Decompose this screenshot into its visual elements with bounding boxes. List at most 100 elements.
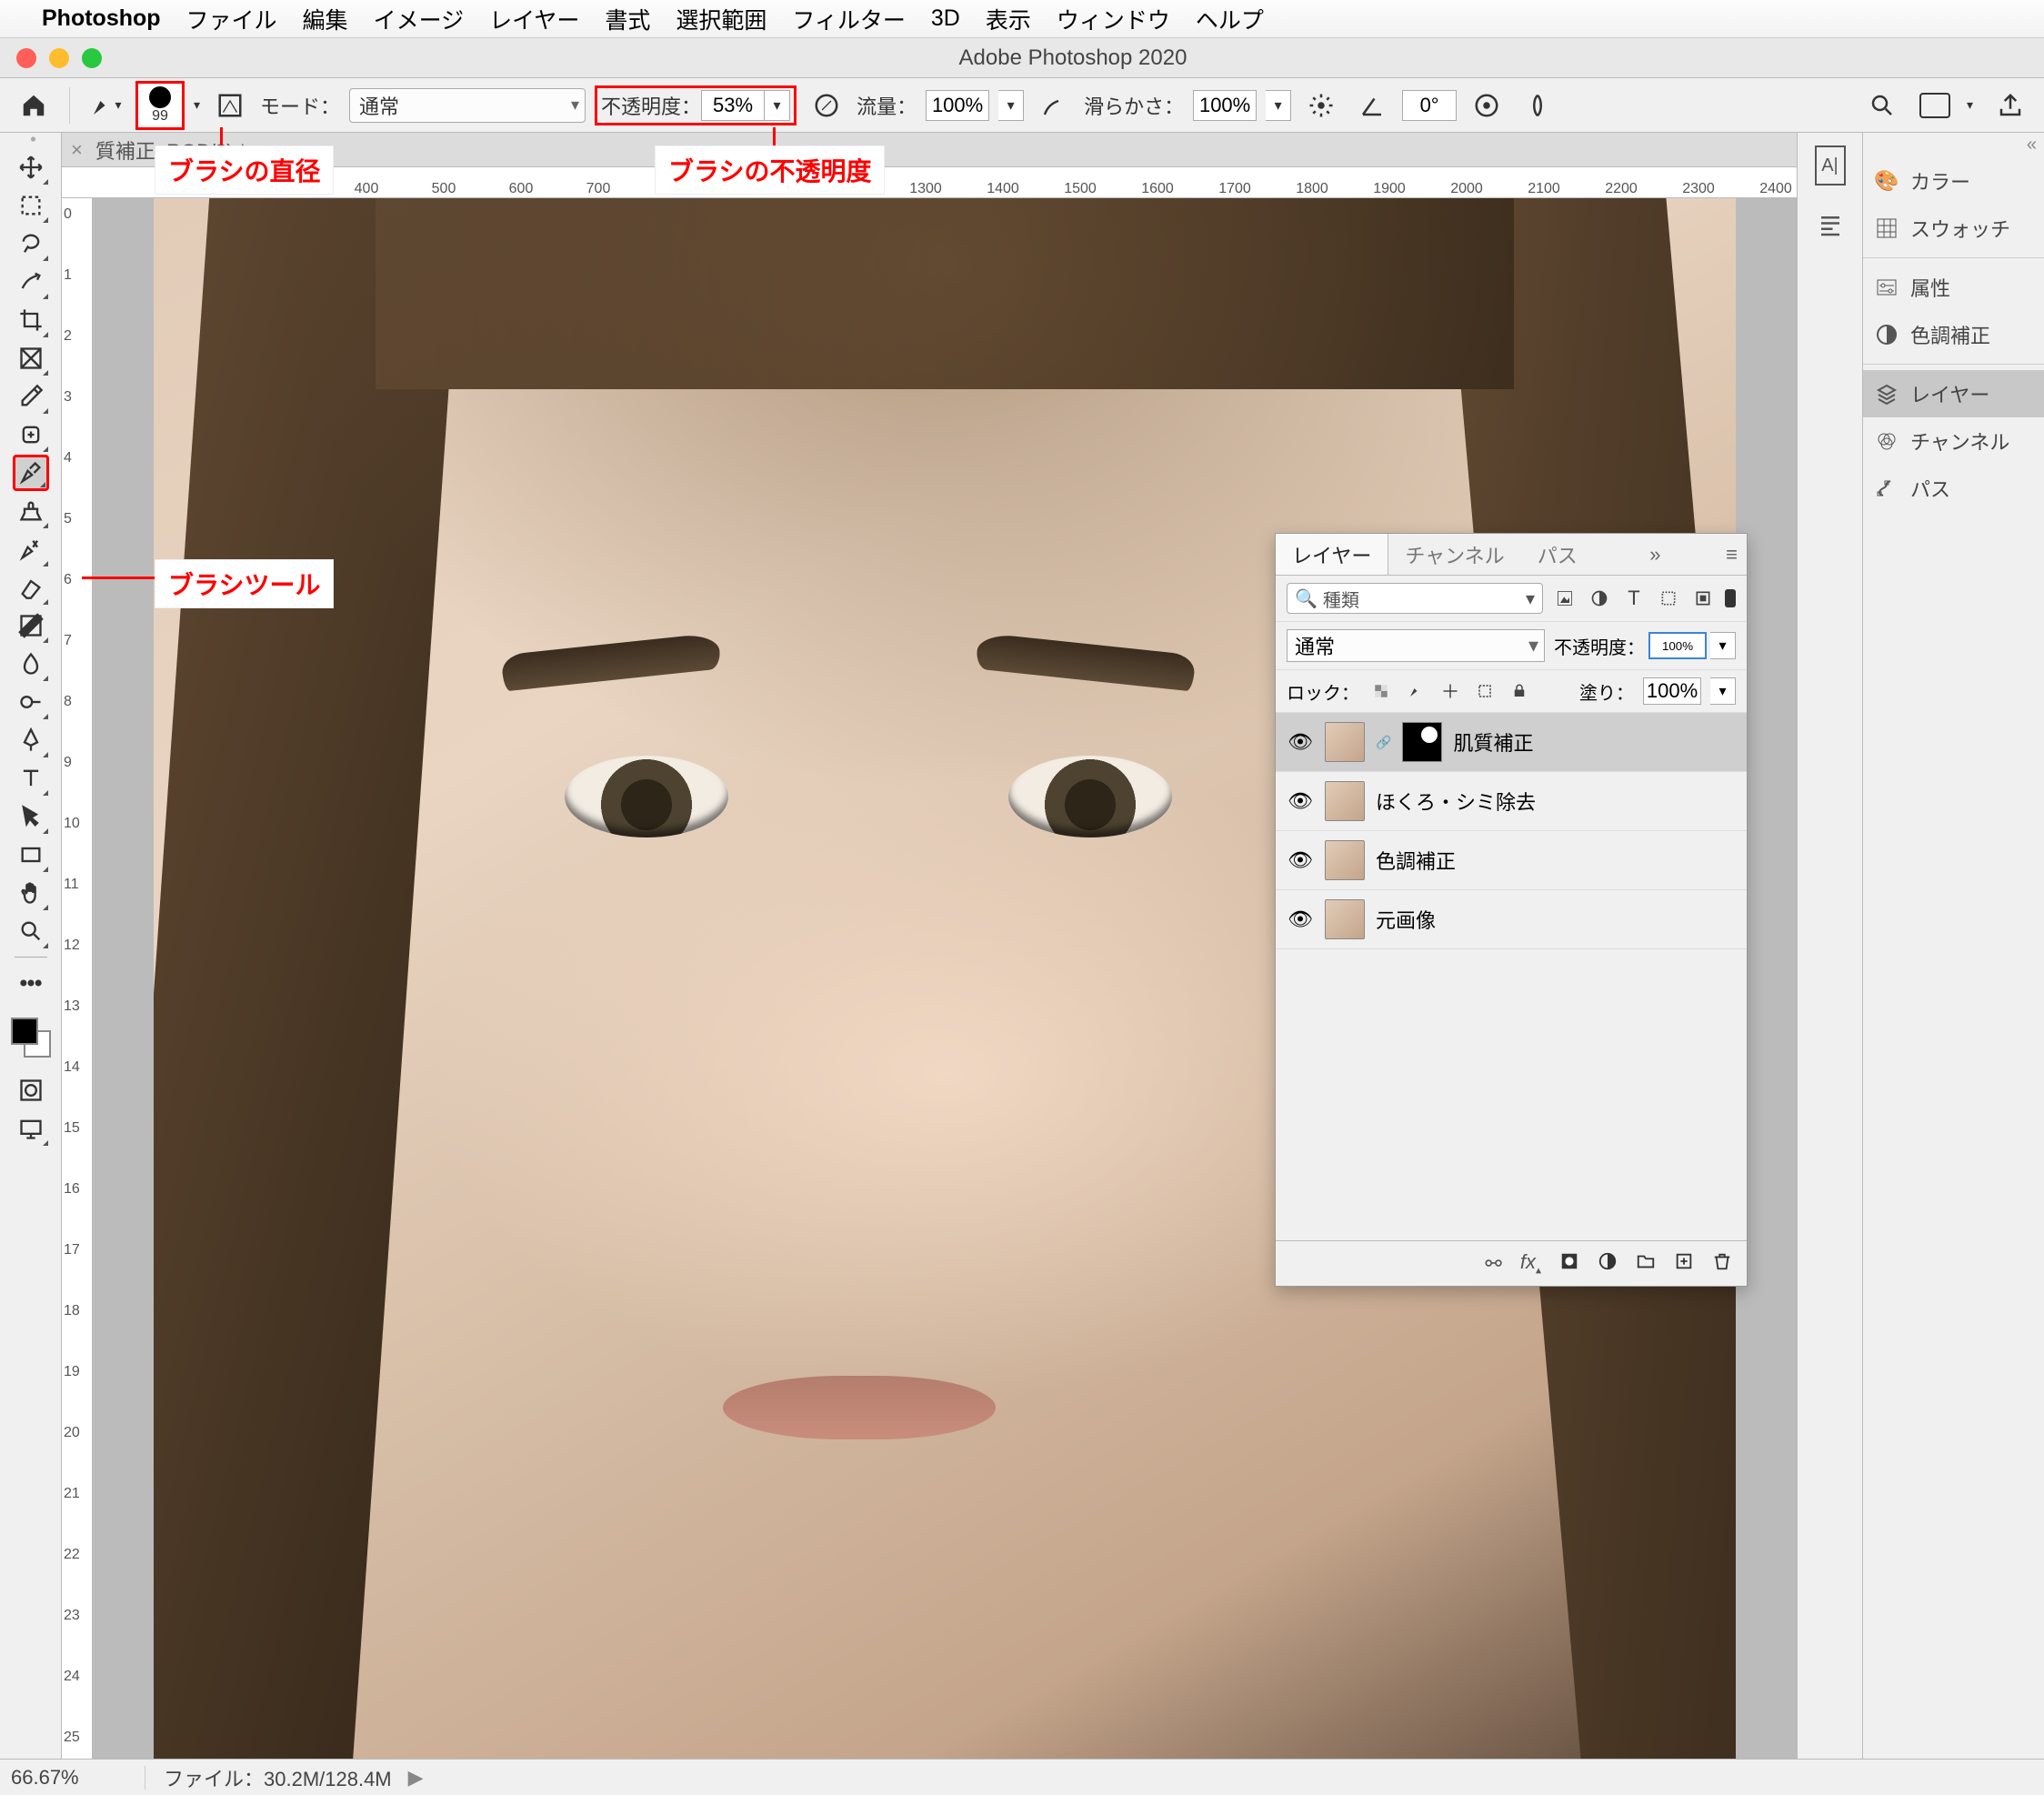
layer-filter-select[interactable]: 🔍 種類▾: [1287, 583, 1543, 614]
color-swatch[interactable]: [11, 1018, 51, 1058]
app-name[interactable]: Photoshop: [42, 5, 161, 32]
opacity-dropdown[interactable]: ▾: [765, 90, 790, 121]
zoom-tool[interactable]: [13, 913, 49, 949]
workspace-switcher[interactable]: [1919, 93, 1950, 118]
layer-thumbnail[interactable]: [1325, 781, 1365, 821]
dodge-tool[interactable]: [13, 684, 49, 720]
brush-settings-button[interactable]: [209, 85, 251, 126]
paragraph-panel-icon[interactable]: [1812, 207, 1849, 244]
toolbox-handle[interactable]: ••: [0, 133, 61, 145]
brush-preset-picker[interactable]: 99: [135, 81, 185, 130]
share-button[interactable]: [1989, 85, 2031, 126]
gradient-tool[interactable]: [13, 607, 49, 644]
fill-input[interactable]: [1643, 677, 1701, 705]
menu-view[interactable]: 表示: [986, 3, 1031, 35]
menu-window[interactable]: ウィンドウ: [1057, 3, 1170, 35]
lock-position-icon[interactable]: [1438, 678, 1463, 704]
layer-name[interactable]: 色調補正: [1376, 846, 1456, 875]
smoothing-input[interactable]: [1193, 90, 1257, 121]
panel-adjustments[interactable]: 色調補正: [1863, 311, 2044, 358]
channels-tab[interactable]: チャンネル: [1388, 534, 1520, 575]
panel-expand-button[interactable]: »: [1640, 543, 1669, 567]
layer-name[interactable]: 元画像: [1376, 905, 1436, 934]
layer-row[interactable]: 👁 色調補正: [1276, 831, 1747, 890]
type-panel-icon[interactable]: A|: [1815, 145, 1846, 186]
clone-stamp-tool[interactable]: [13, 493, 49, 529]
layer-opacity-input[interactable]: [1648, 632, 1707, 659]
layers-tab[interactable]: レイヤー: [1276, 534, 1388, 575]
layer-thumbnail[interactable]: [1325, 840, 1365, 880]
window-close-button[interactable]: [16, 48, 36, 68]
layer-opacity-dropdown[interactable]: ▾: [1710, 632, 1736, 659]
filter-shape-icon[interactable]: [1656, 586, 1681, 611]
menu-3d[interactable]: 3D: [931, 5, 960, 32]
opacity-input[interactable]: [701, 90, 765, 121]
layer-thumbnail[interactable]: [1325, 899, 1365, 939]
visibility-icon[interactable]: 👁: [1287, 908, 1314, 931]
crop-tool[interactable]: [13, 302, 49, 338]
home-button[interactable]: [13, 85, 55, 126]
angle-icon[interactable]: [1351, 85, 1393, 126]
panel-menu-button[interactable]: ≡: [1717, 543, 1747, 567]
lasso-tool[interactable]: [13, 226, 49, 262]
new-layer-icon[interactable]: [1674, 1251, 1694, 1277]
link-mask-icon[interactable]: 🔗: [1376, 735, 1391, 750]
layer-name[interactable]: 肌質補正: [1453, 727, 1533, 757]
link-layers-icon[interactable]: ⚯: [1485, 1252, 1501, 1276]
panel-properties[interactable]: 属性: [1863, 264, 2044, 311]
menu-layer[interactable]: レイヤー: [489, 3, 579, 35]
fill-dropdown[interactable]: ▾: [1710, 677, 1736, 705]
lock-image-icon[interactable]: [1403, 678, 1428, 704]
smoothing-dropdown[interactable]: ▾: [1266, 90, 1291, 121]
path-selection-tool[interactable]: [13, 798, 49, 835]
pressure-opacity-button[interactable]: [806, 85, 847, 126]
angle-input[interactable]: [1402, 90, 1457, 121]
status-menu-caret[interactable]: ▶: [408, 1766, 424, 1790]
tool-preset-picker[interactable]: ▾: [85, 85, 126, 126]
blur-tool[interactable]: [13, 646, 49, 682]
search-button[interactable]: [1861, 85, 1903, 126]
pressure-size-button[interactable]: [1466, 85, 1508, 126]
lock-all-icon[interactable]: [1507, 678, 1532, 704]
filter-adjust-icon[interactable]: [1587, 586, 1612, 611]
quick-selection-tool[interactable]: [13, 264, 49, 300]
layer-name[interactable]: ほくろ・シミ除去: [1376, 787, 1536, 816]
ruler-vertical[interactable]: 0123456789101112131415161718192021222324…: [62, 198, 93, 1759]
history-brush-tool[interactable]: [13, 531, 49, 567]
quick-mask-button[interactable]: [13, 1072, 49, 1108]
visibility-icon[interactable]: 👁: [1287, 848, 1314, 872]
symmetry-button[interactable]: [1517, 85, 1558, 126]
lock-artboard-icon[interactable]: [1472, 678, 1498, 704]
filter-type-icon[interactable]: T: [1621, 586, 1647, 611]
flow-input[interactable]: [926, 90, 989, 121]
visibility-icon[interactable]: 👁: [1287, 789, 1314, 813]
layer-thumbnail[interactable]: [1325, 722, 1365, 762]
filter-smart-icon[interactable]: [1690, 586, 1716, 611]
menu-filter[interactable]: フィルター: [792, 3, 906, 35]
panel-collapse-handle[interactable]: «: [1863, 133, 2044, 157]
healing-brush-tool[interactable]: [13, 416, 49, 453]
move-tool[interactable]: [13, 149, 49, 186]
panel-channels[interactable]: チャンネル: [1863, 417, 2044, 465]
delete-layer-icon[interactable]: [1712, 1251, 1732, 1277]
window-minimize-button[interactable]: [49, 48, 69, 68]
brush-tool[interactable]: [13, 455, 49, 491]
panel-swatches[interactable]: スウォッチ: [1863, 205, 2044, 252]
hand-tool[interactable]: [13, 875, 49, 911]
paths-tab[interactable]: パス: [1521, 534, 1594, 575]
window-maximize-button[interactable]: [82, 48, 102, 68]
adjustment-layer-icon[interactable]: [1598, 1251, 1618, 1277]
layer-row[interactable]: 👁 ほくろ・シミ除去: [1276, 772, 1747, 831]
marquee-tool[interactable]: [13, 187, 49, 224]
flow-dropdown[interactable]: ▾: [998, 90, 1024, 121]
group-icon[interactable]: [1636, 1251, 1656, 1277]
frame-tool[interactable]: [13, 340, 49, 376]
menu-help[interactable]: ヘルプ: [1196, 3, 1264, 35]
type-tool[interactable]: [13, 760, 49, 797]
layer-mask-thumbnail[interactable]: [1402, 722, 1442, 762]
layer-blend-mode-select[interactable]: 通常: [1287, 629, 1545, 662]
layer-fx-icon[interactable]: fx▴: [1520, 1250, 1541, 1276]
rectangle-tool[interactable]: [13, 837, 49, 873]
panel-layers[interactable]: レイヤー: [1863, 370, 2044, 417]
menu-file[interactable]: ファイル: [186, 3, 277, 35]
